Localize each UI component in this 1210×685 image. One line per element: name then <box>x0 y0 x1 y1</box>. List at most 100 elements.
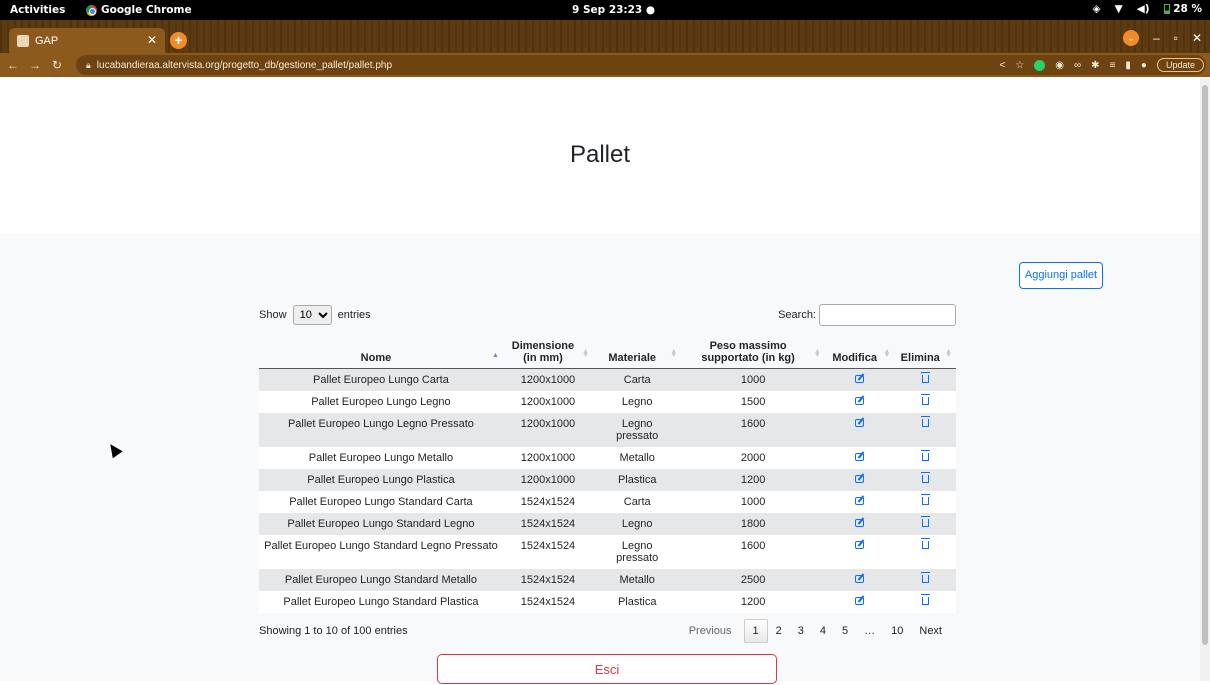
reading-list-icon[interactable]: ≡ <box>1110 60 1116 71</box>
table-row: Pallet Europeo Lungo Carta 1200x1000 Car… <box>259 368 956 391</box>
pagination-page-1[interactable]: 1 <box>743 618 768 643</box>
forward-icon[interactable]: → <box>26 58 44 72</box>
cell-peso: 1200 <box>681 590 825 613</box>
pagination-previous[interactable]: Previous <box>681 620 740 642</box>
edit-icon[interactable] <box>855 396 865 405</box>
extension-icon-2[interactable]: ∞ <box>1074 60 1081 71</box>
column-header-elimina[interactable]: Elimina ▲ ▼ <box>894 332 956 369</box>
edit-icon[interactable] <box>855 452 865 461</box>
table-row: Pallet Europeo Lungo Standard Plastica 1… <box>259 590 956 613</box>
column-header-modifica[interactable]: Modifica ▲ ▼ <box>824 332 895 369</box>
cell-materiale: Carta <box>593 368 682 391</box>
edit-icon[interactable] <box>855 374 865 383</box>
trash-icon[interactable] <box>920 493 930 505</box>
system-tray[interactable]: ◈ ▼ ◀) 28 % <box>1093 3 1202 15</box>
network-icon: ◈ <box>1092 3 1101 15</box>
exit-button[interactable]: Esci <box>437 654 777 684</box>
pagination-page-5[interactable]: 5 <box>834 620 856 642</box>
profile-avatar-icon[interactable]: ● <box>1141 60 1147 71</box>
lock-icon[interactable]: 🔒︎ <box>86 60 91 71</box>
pallet-datatable: Show 10 entries Search: Nome ▲ Dimensione… <box>259 303 956 643</box>
table-row: Pallet Europeo Lungo Standard Legno 1524… <box>259 512 956 535</box>
edit-icon[interactable] <box>855 518 865 527</box>
pagination-page-2[interactable]: 2 <box>768 620 790 642</box>
new-tab-button[interactable]: + <box>170 32 187 49</box>
trash-icon[interactable] <box>920 593 930 605</box>
pagination-next[interactable]: Next <box>911 620 950 642</box>
app-name: Google Chrome <box>101 4 192 16</box>
battery-level: 28 % <box>1173 3 1202 15</box>
activities-button[interactable]: Activities <box>10 4 65 16</box>
cell-materiale: Legno pressato <box>593 412 682 447</box>
edit-icon[interactable] <box>855 596 865 605</box>
back-icon[interactable]: ← <box>4 58 22 72</box>
cell-peso: 1000 <box>681 490 825 513</box>
cell-nome: Pallet Europeo Lungo Standard Legno Pres… <box>259 534 503 569</box>
scrollbar-thumb[interactable] <box>1202 85 1208 645</box>
app-menu[interactable]: Google Chrome <box>86 4 192 16</box>
cell-dimensione: 1200x1000 <box>502 390 594 413</box>
trash-icon[interactable] <box>920 415 930 427</box>
cell-dimensione: 1200x1000 <box>502 446 594 469</box>
extensions-puzzle-icon[interactable]: ✱ <box>1091 60 1099 71</box>
cell-nome: Pallet Europeo Lungo Plastica <box>259 468 503 491</box>
cell-peso: 1600 <box>681 412 825 447</box>
pagination-page-3[interactable]: 3 <box>790 620 812 642</box>
update-button[interactable]: Update <box>1156 58 1204 72</box>
tab-close-icon[interactable]: ✕ <box>147 33 157 47</box>
trash-icon[interactable] <box>920 537 930 549</box>
sort-icon: ▲ ▼ <box>945 347 952 359</box>
column-header-dimensione[interactable]: Dimensione (in mm) ▲ ▼ <box>502 332 594 369</box>
trash-icon[interactable] <box>920 393 930 405</box>
cell-peso: 2000 <box>681 446 825 469</box>
reload-icon[interactable]: ↻ <box>48 58 66 72</box>
edit-icon[interactable] <box>855 540 865 549</box>
table-body: Pallet Europeo Lungo Carta 1200x1000 Car… <box>259 368 956 613</box>
volume-icon: ◀) <box>1136 3 1150 15</box>
side-panel-icon[interactable]: ▮ <box>1125 60 1131 71</box>
clock[interactable]: 9 Sep 23:23 ● <box>572 4 655 16</box>
page-scrollbar[interactable] <box>1200 77 1210 681</box>
table-row: Pallet Europeo Lungo Plastica 1200x1000 … <box>259 468 956 491</box>
search-label: Search: <box>778 309 816 321</box>
edit-icon[interactable] <box>855 496 865 505</box>
trash-icon[interactable] <box>920 471 930 483</box>
pagination-page-10[interactable]: 10 <box>883 620 911 642</box>
cell-dimensione: 1200x1000 <box>502 368 594 391</box>
extension-icon[interactable]: ◉ <box>1055 60 1064 71</box>
wifi-icon: ▼ <box>1114 3 1123 15</box>
share-icon[interactable]: < <box>999 60 1005 71</box>
trash-icon[interactable] <box>920 449 930 461</box>
tab-search-icon[interactable]: ⌄ <box>1122 30 1139 46</box>
add-pallet-button[interactable]: Aggiungi pallet <box>1019 262 1103 289</box>
column-header-materiale[interactable]: Materiale ▲ ▼ <box>593 332 682 369</box>
trash-icon[interactable] <box>920 571 930 583</box>
page-favicon-icon <box>17 34 29 47</box>
cell-peso: 1000 <box>681 368 825 391</box>
cell-materiale: Carta <box>593 490 682 513</box>
cell-materiale: Plastica <box>593 468 682 491</box>
address-bar[interactable]: 🔒︎ lucabandieraa.altervista.org/progetto… <box>76 55 1206 75</box>
close-window-icon[interactable]: ✕ <box>1192 31 1202 45</box>
edit-icon[interactable] <box>855 418 865 427</box>
cell-dimensione: 1524x1524 <box>502 490 594 513</box>
page-viewport: Pallet Aggiungi pallet Show 10 entries S… <box>0 77 1210 684</box>
entries-length-select[interactable]: 10 <box>292 305 332 325</box>
search-input[interactable] <box>819 304 956 326</box>
edit-icon[interactable] <box>855 474 865 483</box>
trash-icon[interactable] <box>920 371 930 383</box>
column-header-nome[interactable]: Nome ▲ <box>259 332 503 369</box>
minimize-icon[interactable]: – <box>1153 31 1160 45</box>
browser-tab[interactable]: GAP ✕ <box>9 28 165 53</box>
whatsapp-extension-icon[interactable] <box>1034 59 1046 71</box>
pagination-page-4[interactable]: 4 <box>812 620 834 642</box>
edit-icon[interactable] <box>855 574 865 583</box>
cell-peso: 1500 <box>681 390 825 413</box>
column-header-peso[interactable]: Peso massimo supportato (in kg) ▲ ▼ <box>681 332 825 369</box>
cell-dimensione: 1524x1524 <box>502 568 594 591</box>
trash-icon[interactable] <box>920 515 930 527</box>
tab-title: GAP <box>35 34 59 47</box>
maximize-icon[interactable]: ▫ <box>1174 31 1178 45</box>
sort-icon: ▲ ▼ <box>883 347 891 359</box>
bookmark-star-icon[interactable]: ☆ <box>1015 60 1024 71</box>
